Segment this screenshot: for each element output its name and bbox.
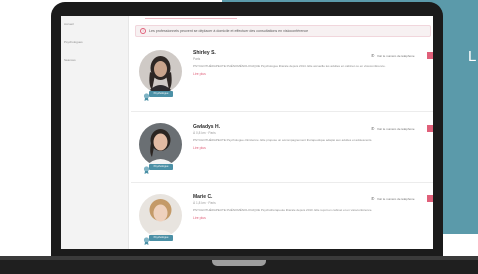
status-badge: Psychologue [149, 91, 173, 97]
profile-name[interactable]: Gwladys H. [193, 124, 220, 130]
phone-icon: ✆ [371, 196, 375, 201]
profile-card[interactable]: Psychologue Shirley S. Paris PSYCHOTHÉRA… [131, 42, 433, 112]
profile-card[interactable]: Psychologue Marie C. À 1,8 km · Paris PS… [131, 184, 433, 249]
phone-icon: ✆ [371, 126, 375, 131]
show-phone-button[interactable]: ✆ Voir le numéro de téléphone [371, 53, 415, 59]
sidebar-item-seances[interactable]: Séances [64, 58, 76, 62]
show-phone-button[interactable]: ✆ Voir le numéro de téléphone [371, 126, 415, 132]
profile-name[interactable]: Shirley S. [193, 50, 216, 56]
info-icon: ! [140, 28, 146, 34]
side-tab[interactable] [427, 52, 433, 59]
read-more-link[interactable]: Lire plus [193, 216, 206, 220]
profile-card[interactable]: Psychologue Gwladys H. À 0,8 km · Paris … [131, 113, 433, 183]
profile-name[interactable]: Marie C. [193, 194, 212, 200]
show-phone-button[interactable]: ✆ Voir le numéro de téléphone [371, 196, 415, 202]
main-content: ! Les professionnels peuvent se déplacer… [131, 16, 433, 249]
sidebar-item-accueil[interactable]: Accueil [64, 22, 74, 26]
laptop-notch [212, 260, 266, 266]
profile-description: PSYCHOTHÉRAPEUTE PHÉNOMÉNOLOGIQUE Psycho… [193, 64, 386, 68]
avatar[interactable] [139, 194, 182, 237]
profile-location: Paris [193, 57, 201, 61]
status-badge: Psychologue [149, 235, 173, 241]
profile-description: PSYCHOTHÉRAPEUTE Psychologue clinicienne… [193, 138, 373, 142]
avatar[interactable] [139, 50, 182, 93]
profile-location: À 0,8 km · Paris [193, 131, 216, 135]
laptop-screen: Accueil Psychologues Séances ! Les profe… [61, 16, 433, 249]
sidebar: Accueil Psychologues Séances [61, 16, 129, 249]
show-phone-label: Voir le numéro de téléphone [377, 127, 415, 131]
status-badge: Psychologue [149, 164, 173, 170]
side-tab[interactable] [427, 125, 433, 132]
avatar[interactable] [139, 123, 182, 166]
background-heading: L [468, 48, 477, 65]
profile-location: À 1,8 km · Paris [193, 201, 216, 205]
sidebar-item-psychologues[interactable]: Psychologues [64, 40, 83, 44]
info-banner-text: Les professionnels peuvent se déplacer à… [149, 29, 309, 33]
tab-strip [145, 16, 237, 19]
side-tab[interactable] [427, 195, 433, 202]
read-more-link[interactable]: Lire plus [193, 146, 206, 150]
show-phone-label: Voir le numéro de téléphone [377, 54, 415, 58]
read-more-link[interactable]: Lire plus [193, 72, 206, 76]
phone-icon: ✆ [371, 53, 375, 58]
info-banner: ! Les professionnels peuvent se déplacer… [135, 25, 431, 37]
show-phone-label: Voir le numéro de téléphone [377, 197, 415, 201]
profile-description: PSYCHOTHÉRAPEUTE PHÉNOMÉNOLOGIQUE Psycho… [193, 208, 373, 212]
